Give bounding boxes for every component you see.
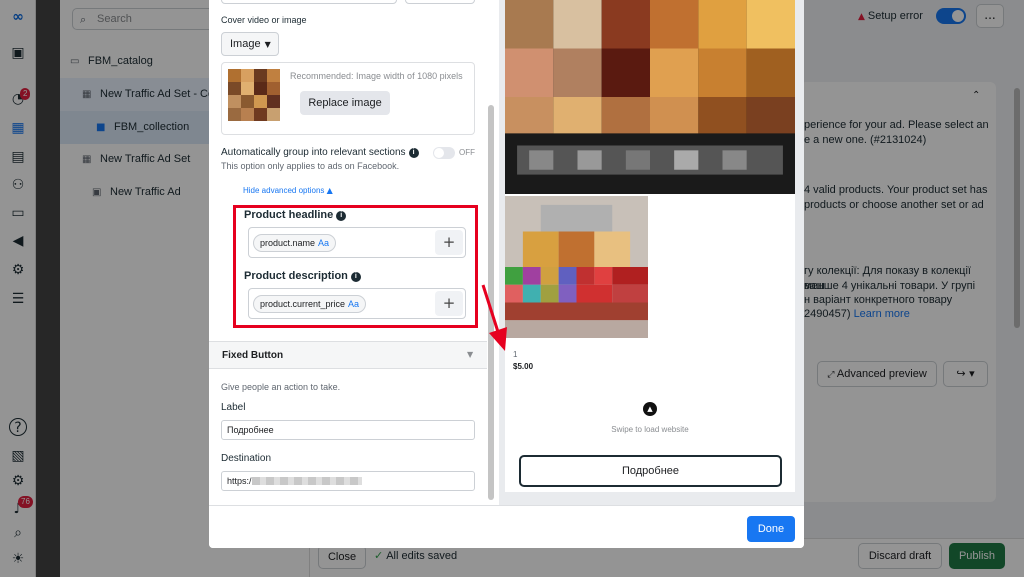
info-icon[interactable]: i [408, 148, 419, 158]
cover-thumbnail [228, 69, 280, 121]
auto-group-note: This option only applies to ads on Faceb… [221, 161, 400, 171]
product-price: $5.00 [513, 362, 534, 371]
annotation-arrow-icon [481, 284, 507, 351]
swipe-hint: Swipe to load website [611, 425, 689, 434]
auto-group-label: Automatically group into relevant sectio… [221, 147, 419, 158]
caret-down-icon: ▼ [467, 350, 474, 359]
label-field-title: Label [221, 402, 246, 413]
hide-advanced-options-link[interactable]: Hide advanced options ▲ [243, 186, 333, 195]
highlight-annotation-box [233, 205, 478, 328]
mobile-preview: 1 $5.00 ▲ Swipe to load website Подробне… [505, 0, 795, 492]
destination-field-title: Destination [221, 453, 272, 464]
cover-label: Cover video or image [221, 15, 307, 25]
caret-down-icon: ▼ [264, 40, 271, 49]
modal-footer: Done [209, 505, 804, 548]
collection-editor-modal: Cover video or image Image ▼ Recommended:… [209, 0, 804, 548]
done-button[interactable]: Done [747, 516, 795, 542]
ad-preview-panel: 1 $5.00 ▲ Swipe to load website Подробне… [499, 0, 804, 505]
chevron-up-icon: ▲ [643, 402, 657, 416]
toggle-state-label: OFF [459, 148, 475, 157]
redacted-url [251, 477, 362, 485]
destination-input[interactable]: https:/ [221, 471, 475, 491]
recommendation-text: Recommended: Image width of 1080 pixels [290, 71, 463, 81]
label-input[interactable]: Подробнее [221, 420, 475, 440]
cut-off-button[interactable] [405, 0, 475, 4]
auto-group-toggle[interactable] [433, 147, 455, 159]
fixed-button-section-header[interactable]: Fixed Button ▼ [209, 341, 487, 369]
media-type-dropdown[interactable]: Image ▼ [221, 32, 279, 56]
editor-form: Cover video or image Image ▼ Recommended:… [209, 0, 487, 505]
caret-up-icon: ▲ [326, 186, 333, 195]
media-card: Recommended: Image width of 1080 pixels … [221, 62, 475, 135]
replace-image-button[interactable]: Replace image [300, 91, 390, 115]
cta-button-preview[interactable]: Подробнее [519, 455, 782, 487]
hero-image [505, 0, 795, 194]
product-tile-image [505, 196, 648, 338]
cut-off-input[interactable] [221, 0, 397, 4]
fixed-button-description: Give people an action to take. [221, 382, 341, 392]
